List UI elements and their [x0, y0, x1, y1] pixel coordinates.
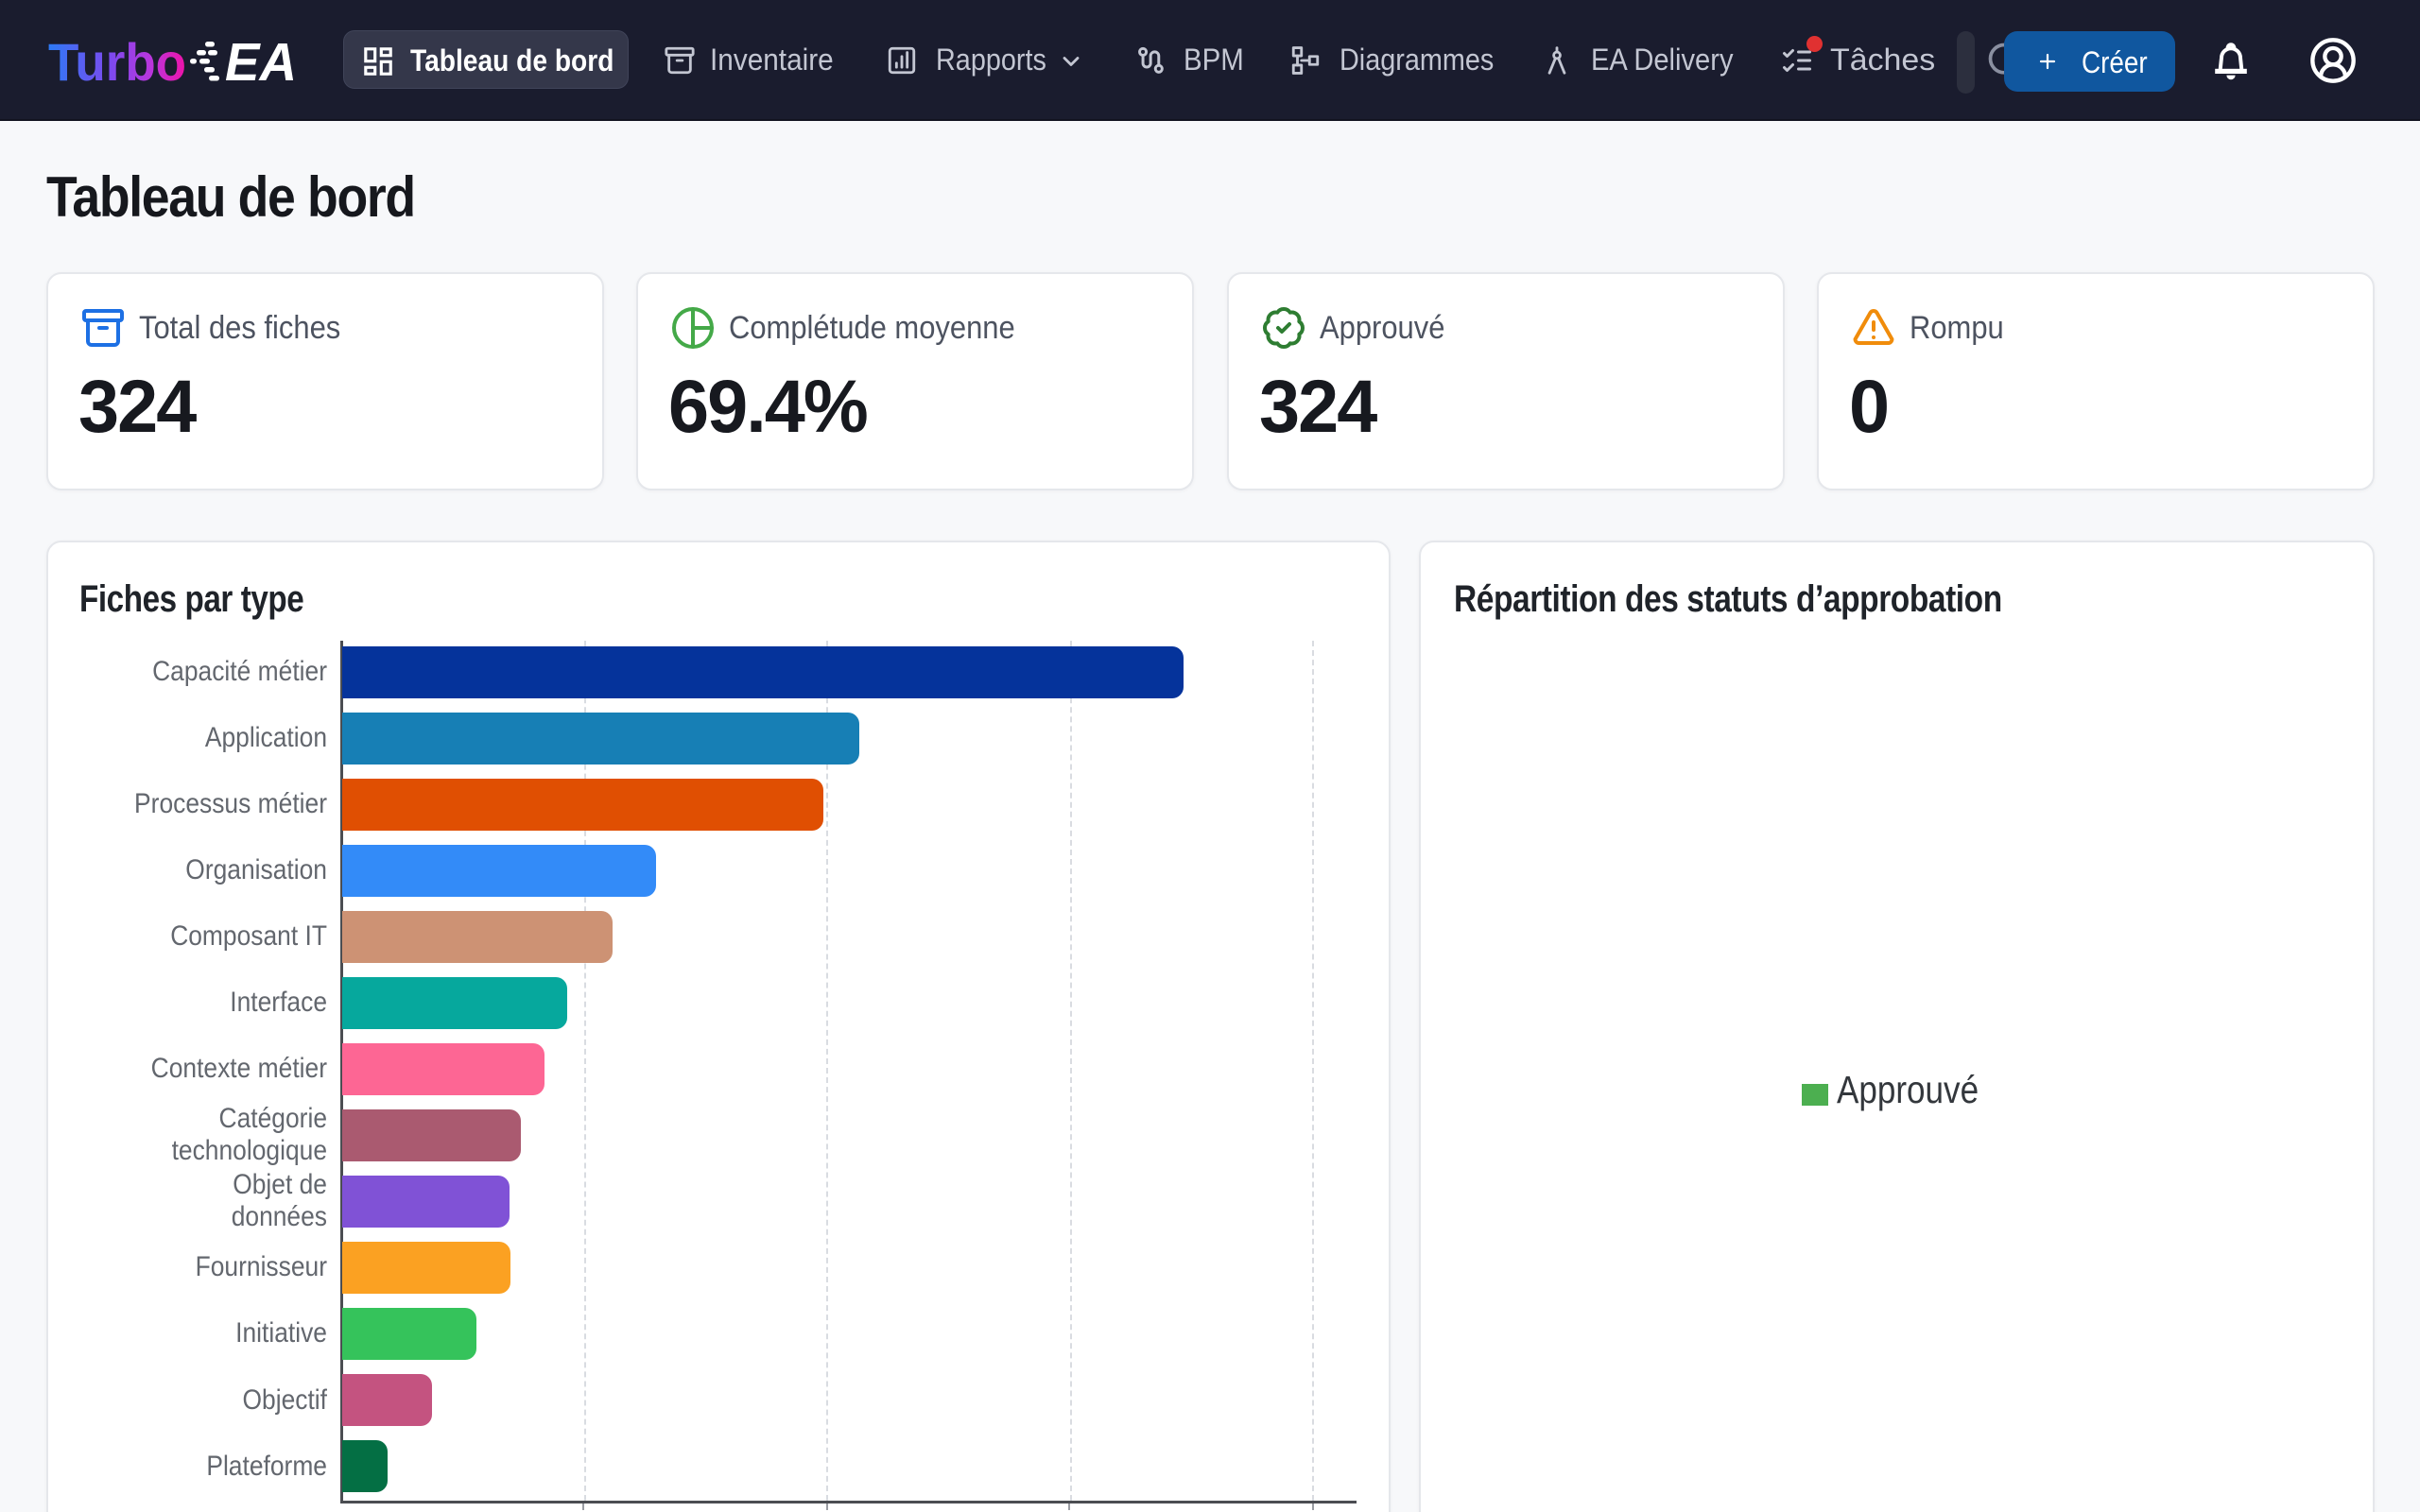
svg-text:Turbo: Turbo: [48, 32, 186, 92]
svg-text:EA: EA: [225, 32, 297, 93]
